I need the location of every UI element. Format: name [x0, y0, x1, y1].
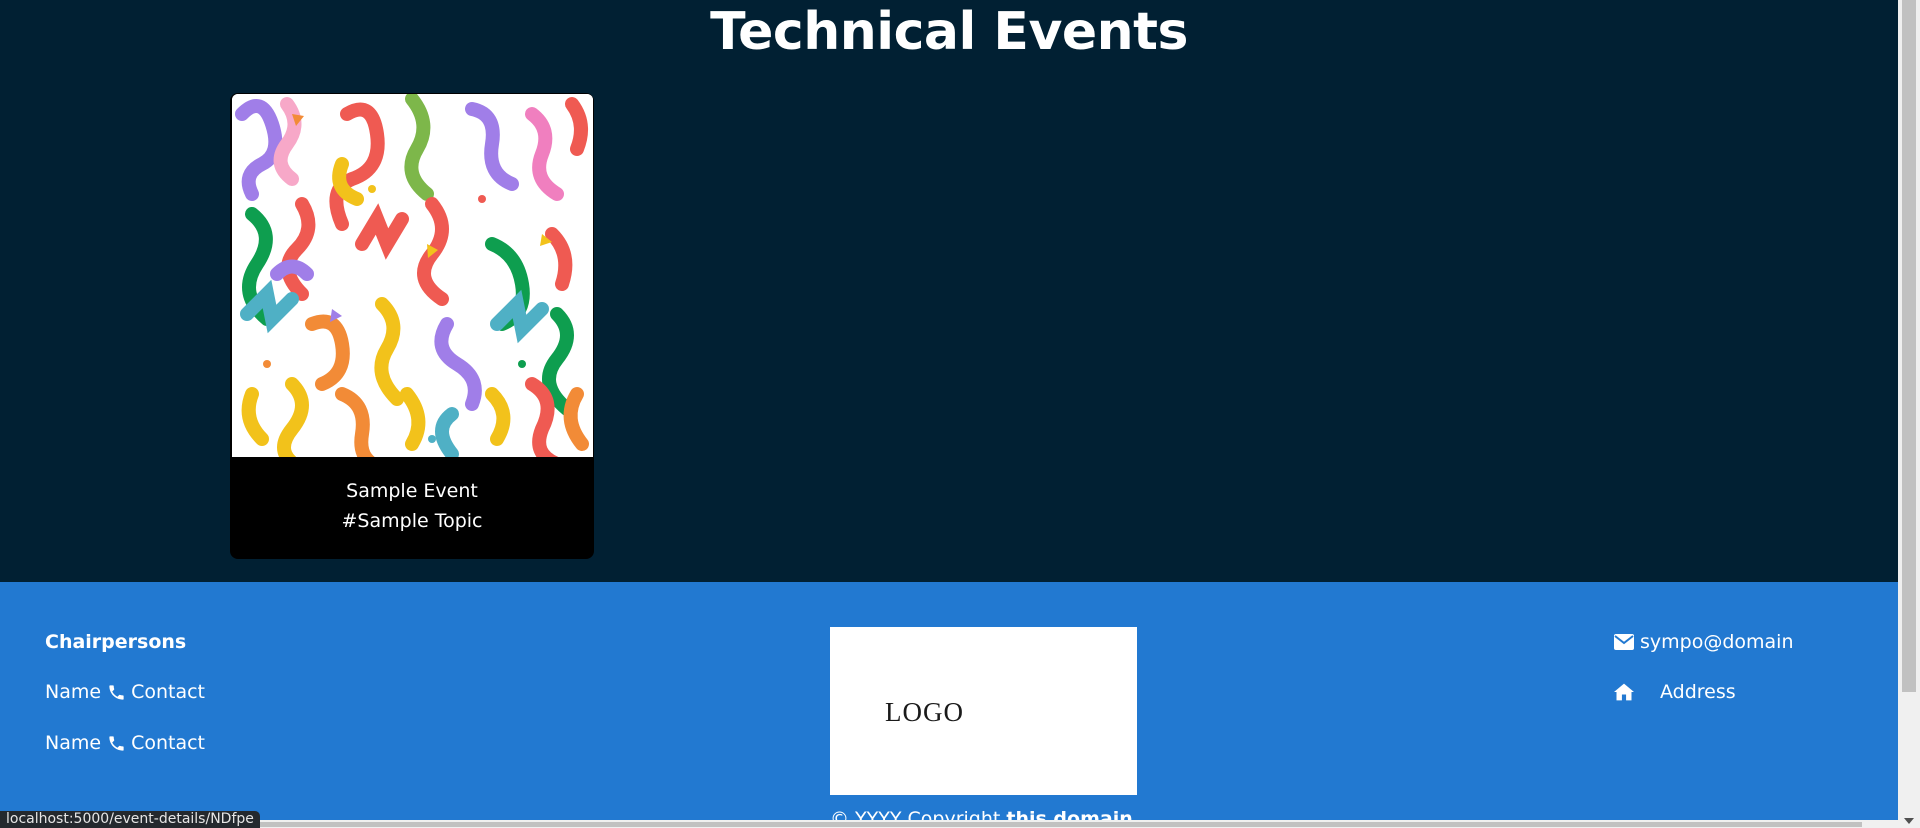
logo-text: LOGO [885, 697, 964, 727]
phone-icon [106, 733, 126, 753]
vertical-scrollbar-thumb[interactable] [1902, 0, 1916, 692]
event-topic: #Sample Topic [341, 510, 483, 532]
contact-email[interactable]: sympo@domain [1614, 631, 1794, 653]
chairperson-name: Name [45, 732, 102, 754]
contact-address: Address [1614, 681, 1736, 703]
status-bar-url: localhost:5000/event-details/NDfpe [0, 811, 260, 828]
horizontal-scrollbar-thumb[interactable] [0, 822, 1862, 827]
vertical-scrollbar[interactable] [1898, 0, 1920, 828]
event-image [232, 94, 593, 457]
events-section: Technical Events Sample Event #Sample To… [0, 0, 1898, 582]
event-name: Sample Event [346, 480, 478, 502]
home-icon [1614, 682, 1634, 702]
phone-icon [106, 682, 126, 702]
email-text: sympo@domain [1640, 631, 1794, 653]
confetti-pattern-image [232, 94, 593, 457]
chairperson-row: Name Contact [45, 732, 205, 754]
scroll-down-arrow-icon[interactable] [1904, 818, 1914, 824]
footer: Chairpersons Name Contact Name Contact L… [0, 582, 1898, 828]
event-card[interactable]: Sample Event #Sample Topic [230, 93, 594, 559]
chairperson-contact[interactable]: Contact [131, 732, 205, 754]
horizontal-scrollbar[interactable] [0, 820, 1898, 828]
address-text: Address [1660, 681, 1736, 703]
chairperson-row: Name Contact [45, 681, 205, 703]
page-title: Technical Events [710, 2, 1188, 62]
chairpersons-heading: Chairpersons [45, 631, 187, 653]
logo: LOGO [830, 627, 1137, 795]
envelope-icon [1614, 632, 1634, 652]
chairperson-contact[interactable]: Contact [131, 681, 205, 703]
chairperson-name: Name [45, 681, 102, 703]
